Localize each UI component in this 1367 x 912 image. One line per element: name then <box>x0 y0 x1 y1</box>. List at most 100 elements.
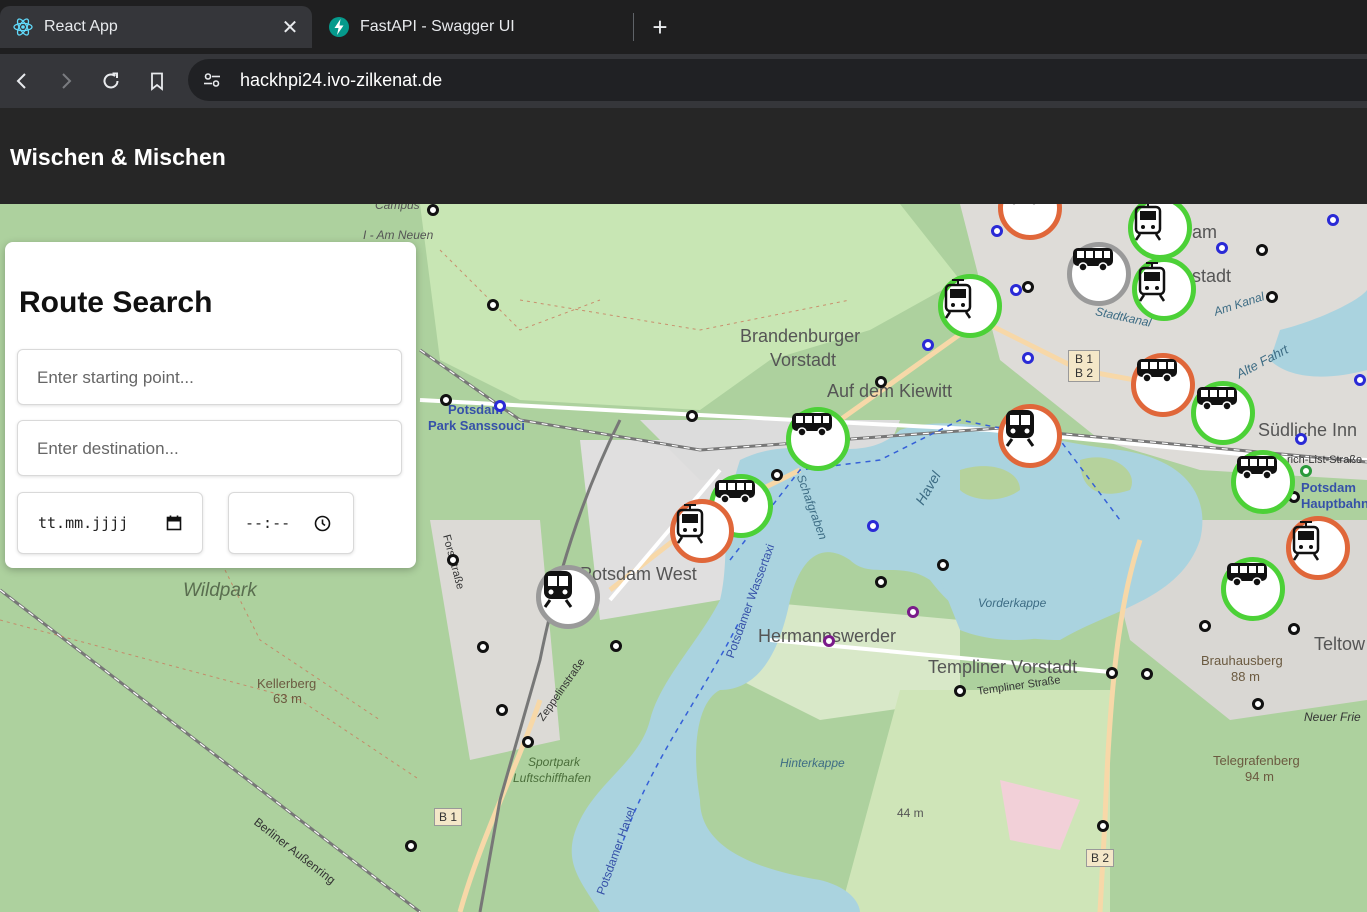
tab-title: React App <box>44 18 118 35</box>
map-label-wildpark: Wildpark <box>183 580 257 601</box>
stop-dot[interactable] <box>686 410 698 422</box>
stop-dot[interactable] <box>771 469 783 481</box>
tram-stop-marker[interactable] <box>1132 257 1196 321</box>
calendar-icon[interactable] <box>166 515 182 531</box>
stop-dot-blue[interactable] <box>867 520 879 532</box>
stop-dot[interactable] <box>405 840 417 852</box>
stop-dot[interactable] <box>440 394 452 406</box>
bus-icon <box>1010 204 1038 206</box>
time-input[interactable]: --:-- <box>228 492 354 554</box>
bus-icon <box>715 480 755 504</box>
stop-dot[interactable] <box>954 685 966 697</box>
bus-icon <box>1073 248 1113 272</box>
stop-dot[interactable] <box>1266 291 1278 303</box>
bus-stop-marker[interactable] <box>786 407 850 471</box>
map-label-kellerberg-height: 63 m <box>273 691 302 706</box>
map-label-am: am <box>1192 222 1218 242</box>
stop-dot-blue[interactable] <box>494 400 506 412</box>
stop-dot-blue[interactable] <box>991 225 1003 237</box>
map-label-brauhausberg-height: 88 m <box>1231 669 1260 684</box>
reload-icon[interactable] <box>94 64 128 98</box>
stop-dot[interactable] <box>1022 281 1034 293</box>
bus-icon <box>1237 456 1277 480</box>
map-label-park-sanssouci: Park Sanssouci <box>428 418 525 433</box>
map-label-suedliche-innenstadt: Südliche Inn <box>1258 420 1358 440</box>
stop-dot[interactable] <box>875 576 887 588</box>
stop-dot-blue[interactable] <box>922 339 934 351</box>
plus-icon[interactable]: + <box>645 12 675 42</box>
forward-icon[interactable] <box>49 64 83 98</box>
stop-dot[interactable] <box>1097 820 1109 832</box>
stop-dot[interactable] <box>477 641 489 653</box>
back-icon[interactable] <box>5 64 39 98</box>
address-bar[interactable]: hackhpi24.ivo-zilkenat.de <box>188 59 1367 101</box>
stop-dot[interactable] <box>496 704 508 716</box>
stop-dot[interactable] <box>937 559 949 571</box>
stop-dot[interactable] <box>610 640 622 652</box>
map-label-teltow: Teltow <box>1314 634 1366 654</box>
stop-dot[interactable] <box>1288 623 1300 635</box>
tram-stop-marker[interactable] <box>938 274 1002 338</box>
bus-stop-marker-delayed[interactable] <box>1131 353 1195 417</box>
destination-field[interactable] <box>17 420 422 477</box>
bus-stop-marker[interactable] <box>1231 450 1295 514</box>
stop-dot-purple[interactable] <box>907 606 919 618</box>
bus-stop-marker-inactive[interactable] <box>1067 242 1131 306</box>
map-label-hauptbahnhof: Hauptbahnhof <box>1301 496 1367 511</box>
train-stop-marker-delayed[interactable] <box>998 404 1062 468</box>
stop-dot[interactable] <box>1141 668 1153 680</box>
stop-dot[interactable] <box>1106 667 1118 679</box>
road-shield-b2-label: B 2 <box>1074 366 1093 380</box>
road-shield-b1: B 1 <box>434 808 463 826</box>
map-label-telegrafenberg: Telegrafenberg <box>1213 753 1300 768</box>
tab-divider <box>633 13 634 41</box>
stop-dot-blue[interactable] <box>1022 352 1034 364</box>
route-search-heading: Route Search <box>19 286 213 319</box>
stop-dot-purple[interactable] <box>823 635 835 647</box>
date-input[interactable]: tt.mm.jjjj <box>17 492 203 554</box>
app-title: Wischen & Mischen <box>10 144 226 170</box>
stop-dot[interactable] <box>487 299 499 311</box>
train-stop-marker-inactive[interactable] <box>536 565 600 629</box>
map-label-kellerberg: Kellerberg <box>257 676 317 691</box>
map-label-telegrafenberg-height: 94 m <box>1245 769 1274 784</box>
start-input[interactable] <box>18 350 422 406</box>
bookmark-icon[interactable] <box>140 64 174 98</box>
stop-dot-green[interactable] <box>1300 465 1312 477</box>
site-settings-icon[interactable] <box>200 68 224 92</box>
stop-dot[interactable] <box>447 554 459 566</box>
destination-input[interactable] <box>18 421 422 477</box>
start-field[interactable] <box>17 349 422 406</box>
stop-dot[interactable] <box>1199 620 1211 632</box>
stop-dot-blue[interactable] <box>1216 242 1228 254</box>
tram-stop-marker-delayed[interactable] <box>670 499 734 563</box>
bus-icon <box>1197 387 1237 411</box>
clock-icon[interactable] <box>314 515 331 532</box>
react-icon <box>12 16 34 38</box>
stop-dot[interactable] <box>522 736 534 748</box>
stop-dot-blue[interactable] <box>1010 284 1022 296</box>
stop-dot[interactable] <box>1252 698 1264 710</box>
stop-dot-blue[interactable] <box>1295 433 1307 445</box>
stop-dot[interactable] <box>1256 244 1268 256</box>
close-icon[interactable]: ✕ <box>278 15 302 39</box>
bus-icon <box>1137 359 1177 383</box>
road-shield-b1-b2: B 1 B 2 <box>1068 350 1100 382</box>
tab-react-app[interactable]: React App ✕ <box>0 6 312 48</box>
bus-stop-marker[interactable] <box>1221 557 1285 621</box>
map-label-campus2: I - Am Neuen <box>363 228 434 242</box>
tab-fastapi[interactable]: FastAPI - Swagger UI <box>316 6 632 48</box>
tram-stop-marker-delayed[interactable] <box>1286 516 1350 580</box>
stop-dot[interactable] <box>427 204 439 216</box>
bus-stop-marker[interactable] <box>1191 381 1255 445</box>
stop-dot-blue[interactable] <box>1354 374 1366 386</box>
tram-icon <box>1134 204 1162 241</box>
map-label-sportpark: Sportpark <box>528 755 581 769</box>
app-header: Wischen & Mischen <box>0 108 1367 204</box>
stop-dot-blue[interactable] <box>1327 214 1339 226</box>
tab-title: FastAPI - Swagger UI <box>360 18 515 35</box>
url-text: hackhpi24.ivo-zilkenat.de <box>240 69 443 90</box>
map-label-hinterkappe: Hinterkappe <box>780 756 845 770</box>
stop-dot[interactable] <box>875 376 887 388</box>
map-label-potsdam-hbf: Potsdam <box>1301 480 1356 495</box>
